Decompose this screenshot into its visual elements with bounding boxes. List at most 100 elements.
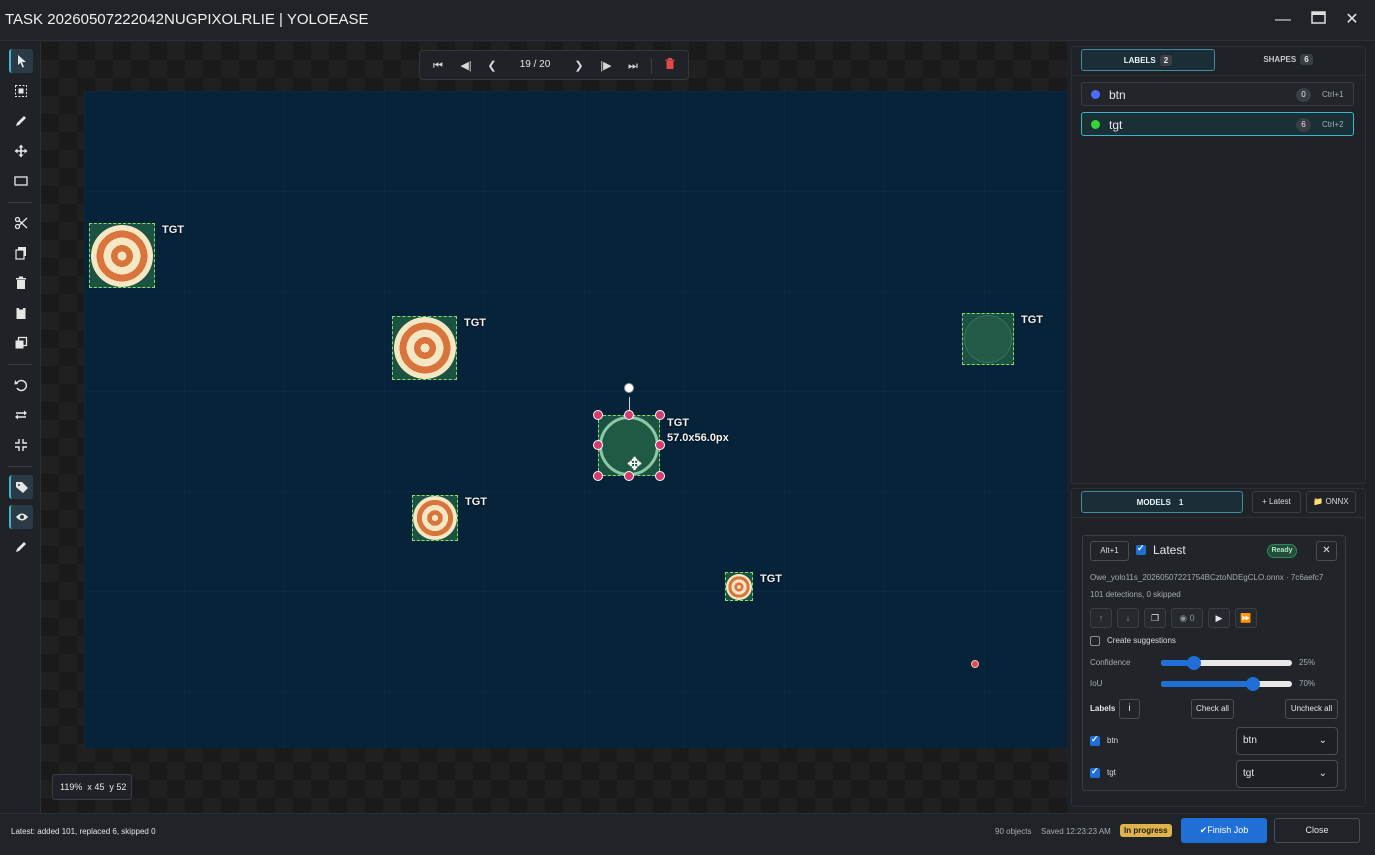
label-item-tgt[interactable]: tgt 6 Ctrl+2 — [1081, 112, 1354, 136]
model-stats: 101 detections, 0 skipped — [1090, 590, 1181, 599]
copy-tool[interactable] — [9, 241, 33, 265]
status-badge: In progress — [1120, 824, 1172, 837]
create-suggestions-label: Create suggestions — [1107, 636, 1176, 645]
minimize-icon[interactable]: — — [1271, 8, 1295, 32]
duplicate-tool[interactable] — [9, 331, 33, 355]
move-tool[interactable] — [9, 139, 33, 163]
model-shortcut: Alt+1 — [1090, 541, 1129, 561]
resize-handle[interactable] — [655, 440, 665, 450]
visibility-toggle[interactable] — [9, 505, 33, 529]
resize-handle[interactable] — [655, 410, 665, 420]
onnx-button[interactable]: 📁 ONNX — [1306, 491, 1356, 513]
bbox-annotation[interactable]: TGT — [725, 572, 782, 601]
tab-labels[interactable]: LABELS 2 — [1081, 49, 1215, 71]
check-all-button[interactable]: Check all — [1191, 699, 1234, 719]
remove-model-button[interactable]: ✕ — [1316, 541, 1337, 561]
tab-models[interactable]: MODELS 1 — [1081, 491, 1243, 513]
label-map-select-value: tgt — [1243, 768, 1255, 779]
label-map-checkbox[interactable] — [1090, 766, 1100, 778]
toolbar-divider — [8, 202, 32, 203]
image-area[interactable]: TGT TGT TGT TGT 57.0x56.0px ✥ TGT TGT — [84, 91, 1067, 748]
label-map-select-value: btn — [1243, 735, 1257, 746]
select-area-tool[interactable] — [9, 79, 33, 103]
undo-tool[interactable] — [9, 373, 33, 397]
labels-tabbar: LABELS 2 SHAPES 6 — [1072, 47, 1367, 73]
tab-models-text: MODELS — [1136, 498, 1171, 507]
confidence-slider[interactable] — [1161, 656, 1292, 670]
close-button[interactable]: Close — [1274, 818, 1360, 843]
model-file: Owe_yolo11s_20260507221754BCztoNDEgCLO.o… — [1090, 573, 1324, 582]
target-image — [91, 224, 153, 287]
fit-tool[interactable] — [9, 433, 33, 457]
add-latest-button[interactable]: + Latest — [1252, 491, 1301, 513]
bbox-annotation[interactable]: TGT — [89, 223, 184, 288]
prev-image-icon[interactable]: ❮ — [484, 58, 500, 74]
annotation-canvas[interactable]: TGT TGT TGT TGT 57.0x56.0px ✥ TGT TGT ⏮ … — [41, 42, 1067, 813]
uncheck-all-button[interactable]: Uncheck all — [1285, 699, 1338, 719]
rotation-handle[interactable] — [624, 383, 634, 393]
resize-handle[interactable] — [655, 471, 665, 481]
first-image-icon[interactable]: ⏮ — [430, 58, 446, 74]
info-icon[interactable]: i — [1119, 699, 1140, 719]
label-map-select[interactable]: tgt ⌄ — [1236, 760, 1338, 788]
iou-slider-fill — [1161, 681, 1253, 687]
close-icon[interactable]: ✕ — [1340, 8, 1364, 32]
pointer-tool[interactable] — [9, 49, 33, 73]
hidden-count: ◉ 0 — [1171, 608, 1203, 628]
redo-tool[interactable] — [9, 403, 33, 427]
last-image-icon[interactable]: ⏭ — [625, 58, 641, 74]
model-card: Alt+1 Latest Ready ✕ Owe_yolo11s_2026050… — [1082, 535, 1346, 791]
duplicate-model-icon[interactable]: ❐ — [1144, 608, 1166, 628]
panel-divider — [1072, 75, 1365, 76]
label-name: tgt — [1109, 118, 1123, 132]
draw-tool[interactable] — [9, 109, 33, 133]
delete-tool[interactable] — [9, 271, 33, 295]
label-map-checkbox[interactable] — [1090, 734, 1100, 746]
delete-image-icon[interactable] — [662, 58, 678, 74]
image-navigator: ⏮ ◀| ❮ 19 / 20 ❯ |▶ ⏭ — [419, 50, 689, 80]
next-10-icon[interactable]: |▶ — [598, 58, 614, 74]
label-map-name: tgt — [1107, 768, 1116, 777]
tool-sidebar — [0, 42, 41, 813]
brush-tool[interactable] — [9, 535, 33, 559]
model-enabled-checkbox[interactable] — [1136, 543, 1146, 555]
labels-title: Labels — [1090, 704, 1116, 713]
prev-10-icon[interactable]: ◀| — [458, 58, 474, 74]
cut-tool[interactable] — [9, 211, 33, 235]
run-icon[interactable]: ▶ — [1208, 608, 1230, 628]
move-down-icon[interactable]: ↓ — [1117, 608, 1139, 628]
label-name: btn — [1109, 88, 1126, 102]
rectangle-tool[interactable] — [9, 169, 33, 193]
toolbar-divider — [8, 364, 32, 365]
finish-job-button[interactable]: ✔Finish Job — [1181, 818, 1267, 843]
annotation-size: 57.0x56.0px — [667, 432, 729, 444]
tab-shapes[interactable]: SHAPES 6 — [1218, 49, 1358, 71]
small-target-marker[interactable] — [971, 660, 979, 668]
bbox-annotation[interactable]: TGT — [962, 313, 1043, 365]
resize-handle[interactable] — [593, 410, 603, 420]
move-up-icon[interactable]: ↑ — [1090, 608, 1112, 628]
paste-tool[interactable] — [9, 301, 33, 325]
cursor-x: x 45 — [87, 782, 105, 792]
maximize-icon[interactable] — [1306, 8, 1330, 32]
target-image — [964, 315, 1012, 363]
image-counter: 19 / 20 — [519, 59, 551, 70]
label-map-select[interactable]: btn ⌄ — [1236, 727, 1338, 755]
iou-slider-knob[interactable] — [1245, 677, 1260, 691]
tab-models-count: 1 — [1178, 498, 1184, 507]
confidence-slider-knob[interactable] — [1186, 656, 1201, 670]
next-image-icon[interactable]: ❯ — [571, 58, 587, 74]
iou-slider[interactable] — [1161, 677, 1292, 691]
resize-handle[interactable] — [593, 440, 603, 450]
bbox-annotation[interactable]: TGT — [412, 495, 487, 541]
resize-handle[interactable] — [593, 471, 603, 481]
labels-toggle[interactable] — [9, 475, 33, 499]
bbox-annotation[interactable]: TGT — [392, 316, 486, 380]
resize-handle[interactable] — [624, 410, 634, 420]
run-all-icon[interactable]: ⏩ — [1235, 608, 1257, 628]
window-title: TASK 20260507222042NUGPIXOLRLIE | YOLOEA… — [5, 11, 369, 28]
create-suggestions-checkbox[interactable] — [1090, 636, 1100, 646]
label-item-btn[interactable]: btn 0 Ctrl+1 — [1081, 82, 1354, 106]
label-count: 0 — [1296, 88, 1311, 102]
tab-labels-text: LABELS — [1123, 56, 1156, 65]
